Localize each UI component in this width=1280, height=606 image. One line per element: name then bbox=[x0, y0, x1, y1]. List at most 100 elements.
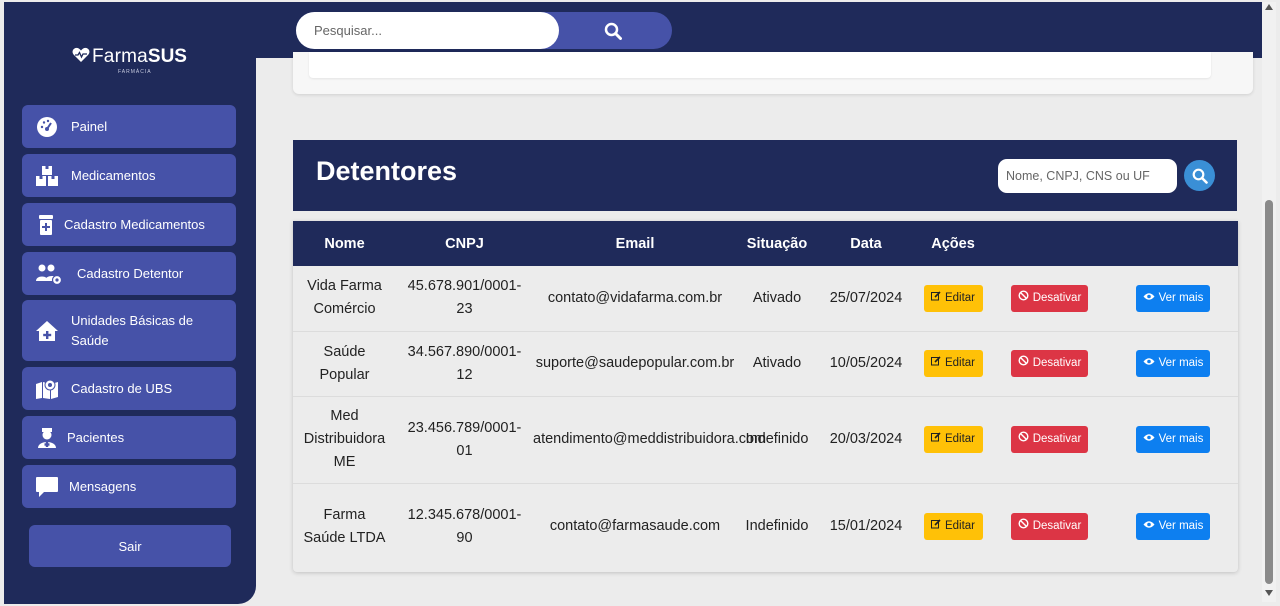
ban-icon bbox=[1018, 515, 1029, 538]
heart-pulse-icon bbox=[72, 47, 90, 68]
topbar bbox=[256, 2, 1262, 58]
edit-icon bbox=[930, 428, 941, 451]
scroll-down-arrow-icon[interactable] bbox=[1265, 590, 1273, 596]
sidebar-item-unidades-basicas[interactable]: Unidades Básicas de Saúde bbox=[22, 300, 236, 361]
eye-icon bbox=[1143, 352, 1155, 375]
detentores-table-card: Nome CNPJ Email Situação Data Ações Vida… bbox=[293, 221, 1238, 572]
search-icon bbox=[1192, 168, 1208, 184]
sidebar-item-medicamentos[interactable]: Medicamentos bbox=[22, 154, 236, 197]
column-header-situacao: Situação bbox=[746, 235, 808, 252]
logo-text-bold: SUS bbox=[147, 46, 187, 67]
deactivate-button[interactable]: Desativar bbox=[1011, 350, 1088, 377]
deactivate-button[interactable]: Desativar bbox=[1011, 284, 1088, 312]
detentores-header: Detentores bbox=[293, 140, 1237, 211]
eye-icon bbox=[1143, 287, 1155, 310]
logo-text-light: Farma bbox=[92, 46, 148, 67]
view-more-button[interactable]: Ver mais bbox=[1136, 426, 1210, 453]
sidebar-item-label: Medicamentos bbox=[71, 167, 156, 183]
cell-situacao: Ativado bbox=[752, 289, 802, 306]
column-header-empty bbox=[991, 221, 1108, 266]
column-header-data: Data bbox=[850, 235, 882, 252]
table-header-row: Nome CNPJ Email Situação Data Ações bbox=[293, 221, 1238, 266]
search-input[interactable] bbox=[296, 12, 559, 49]
cell-deactivate: Desativar bbox=[991, 330, 1108, 396]
edit-button[interactable]: Editar bbox=[923, 426, 983, 453]
cell-situacao: Ativado bbox=[737, 330, 817, 396]
sidebar-item-cadastro-medicamentos[interactable]: Cadastro Medicamentos bbox=[22, 203, 236, 246]
edit-icon bbox=[930, 287, 941, 310]
scroll-up-arrow-icon[interactable] bbox=[1265, 4, 1273, 10]
user-doctor-icon bbox=[35, 427, 59, 449]
sidebar-item-pacientes[interactable]: Pacientes bbox=[22, 416, 236, 459]
edit-button[interactable]: Editar bbox=[923, 350, 983, 377]
cell-cnpj: 23.456.789/0001-01 bbox=[396, 395, 533, 483]
edit-label: Editar bbox=[944, 357, 976, 369]
ban-icon bbox=[1018, 287, 1029, 310]
sidebar-item-mensagens[interactable]: Mensagens bbox=[22, 465, 236, 508]
cell-nome: Vida Farma Comércio bbox=[307, 278, 382, 318]
ban-icon bbox=[1018, 428, 1029, 451]
detentores-search-input[interactable] bbox=[998, 159, 1177, 193]
column-header-nome: Nome bbox=[324, 235, 365, 252]
view-more-label: Ver mais bbox=[1158, 291, 1204, 304]
view-more-button[interactable]: Ver mais bbox=[1136, 513, 1210, 541]
table-row: Vida Farma Comércio 45.678.901/0001-23 con… bbox=[293, 266, 1238, 331]
view-more-label: Ver mais bbox=[1158, 433, 1204, 445]
logout-button[interactable]: Sair bbox=[29, 525, 231, 567]
previous-card-inner bbox=[309, 52, 1211, 78]
edit-label: Editar bbox=[944, 291, 976, 304]
sidebar: Farma SUS FARMÁCIA Painel Medicamentos C… bbox=[4, 2, 256, 604]
deactivate-label: Desativar bbox=[1032, 520, 1082, 533]
eye-icon bbox=[1143, 515, 1155, 538]
cell-data: 25/07/2024 bbox=[829, 289, 903, 306]
logo-brand: Farma SUS bbox=[72, 46, 187, 68]
sidebar-item-label: Cadastro de UBS bbox=[71, 380, 173, 396]
cell-deactivate: Desativar bbox=[991, 482, 1108, 570]
column-header-empty bbox=[1108, 221, 1238, 266]
column-header-cnpj: CNPJ bbox=[445, 235, 484, 252]
boxes-icon bbox=[35, 165, 59, 187]
cell-more: Ver mais bbox=[1108, 482, 1238, 570]
deactivate-button[interactable]: Desativar bbox=[1011, 426, 1088, 453]
scrollbar-thumb[interactable] bbox=[1265, 200, 1273, 584]
sidebar-item-painel[interactable]: Painel bbox=[22, 105, 236, 148]
house-medical-icon bbox=[35, 320, 59, 342]
edit-button[interactable]: Editar bbox=[923, 284, 983, 312]
cell-data: 10/05/2024 bbox=[817, 330, 915, 396]
cell-cnpj: 45.678.901/0001-23 bbox=[407, 278, 522, 318]
table-row: Farma Saúde LTDA 12.345.678/0001-90 contat… bbox=[293, 482, 1238, 570]
edit-button[interactable]: Editar bbox=[923, 513, 983, 541]
view-more-button[interactable]: Ver mais bbox=[1136, 284, 1210, 312]
search-icon[interactable] bbox=[601, 19, 625, 43]
cell-cnpj: 34.567.890/0001-12 bbox=[396, 330, 533, 396]
deactivate-button[interactable]: Desativar bbox=[1011, 513, 1088, 541]
edit-label: Editar bbox=[944, 520, 976, 533]
cell-data: 15/01/2024 bbox=[817, 482, 915, 570]
cell-more: Ver mais bbox=[1108, 330, 1238, 396]
sidebar-item-label: Painel bbox=[71, 118, 108, 134]
cell-email: contato@farmasaude.com bbox=[533, 482, 737, 570]
cell-cnpj: 12.345.678/0001-90 bbox=[396, 482, 533, 570]
cell-edit: Editar bbox=[915, 330, 991, 396]
ban-icon bbox=[1018, 352, 1029, 375]
sidebar-item-label: Unidades Básicas de Saúde bbox=[71, 312, 194, 348]
view-more-button[interactable]: Ver mais bbox=[1136, 350, 1210, 377]
cell-edit: Editar bbox=[915, 266, 991, 331]
cell-situacao: Indefinido bbox=[737, 395, 817, 483]
edit-label: Editar bbox=[944, 433, 976, 445]
cell-nome: Med Distribuidora ME bbox=[293, 395, 396, 483]
scrollbar[interactable] bbox=[1262, 2, 1276, 602]
sidebar-item-cadastro-detentor[interactable]: Cadastro Detentor bbox=[22, 252, 236, 295]
detentores-table: Nome CNPJ Email Situação Data Ações Vida… bbox=[293, 221, 1238, 570]
cell-deactivate: Desativar bbox=[991, 266, 1108, 331]
cell-situacao: Indefinido bbox=[737, 482, 817, 570]
view-more-label: Ver mais bbox=[1158, 357, 1204, 369]
deactivate-label: Desativar bbox=[1032, 291, 1082, 304]
cell-nome: Farma Saúde LTDA bbox=[293, 482, 396, 570]
sidebar-item-cadastro-ubs[interactable]: Cadastro de UBS bbox=[22, 367, 236, 410]
detentores-search-button[interactable] bbox=[1184, 160, 1215, 191]
cell-more: Ver mais bbox=[1108, 395, 1238, 483]
cell-more: Ver mais bbox=[1108, 266, 1238, 331]
cell-deactivate: Desativar bbox=[991, 395, 1108, 483]
message-icon bbox=[35, 476, 59, 498]
